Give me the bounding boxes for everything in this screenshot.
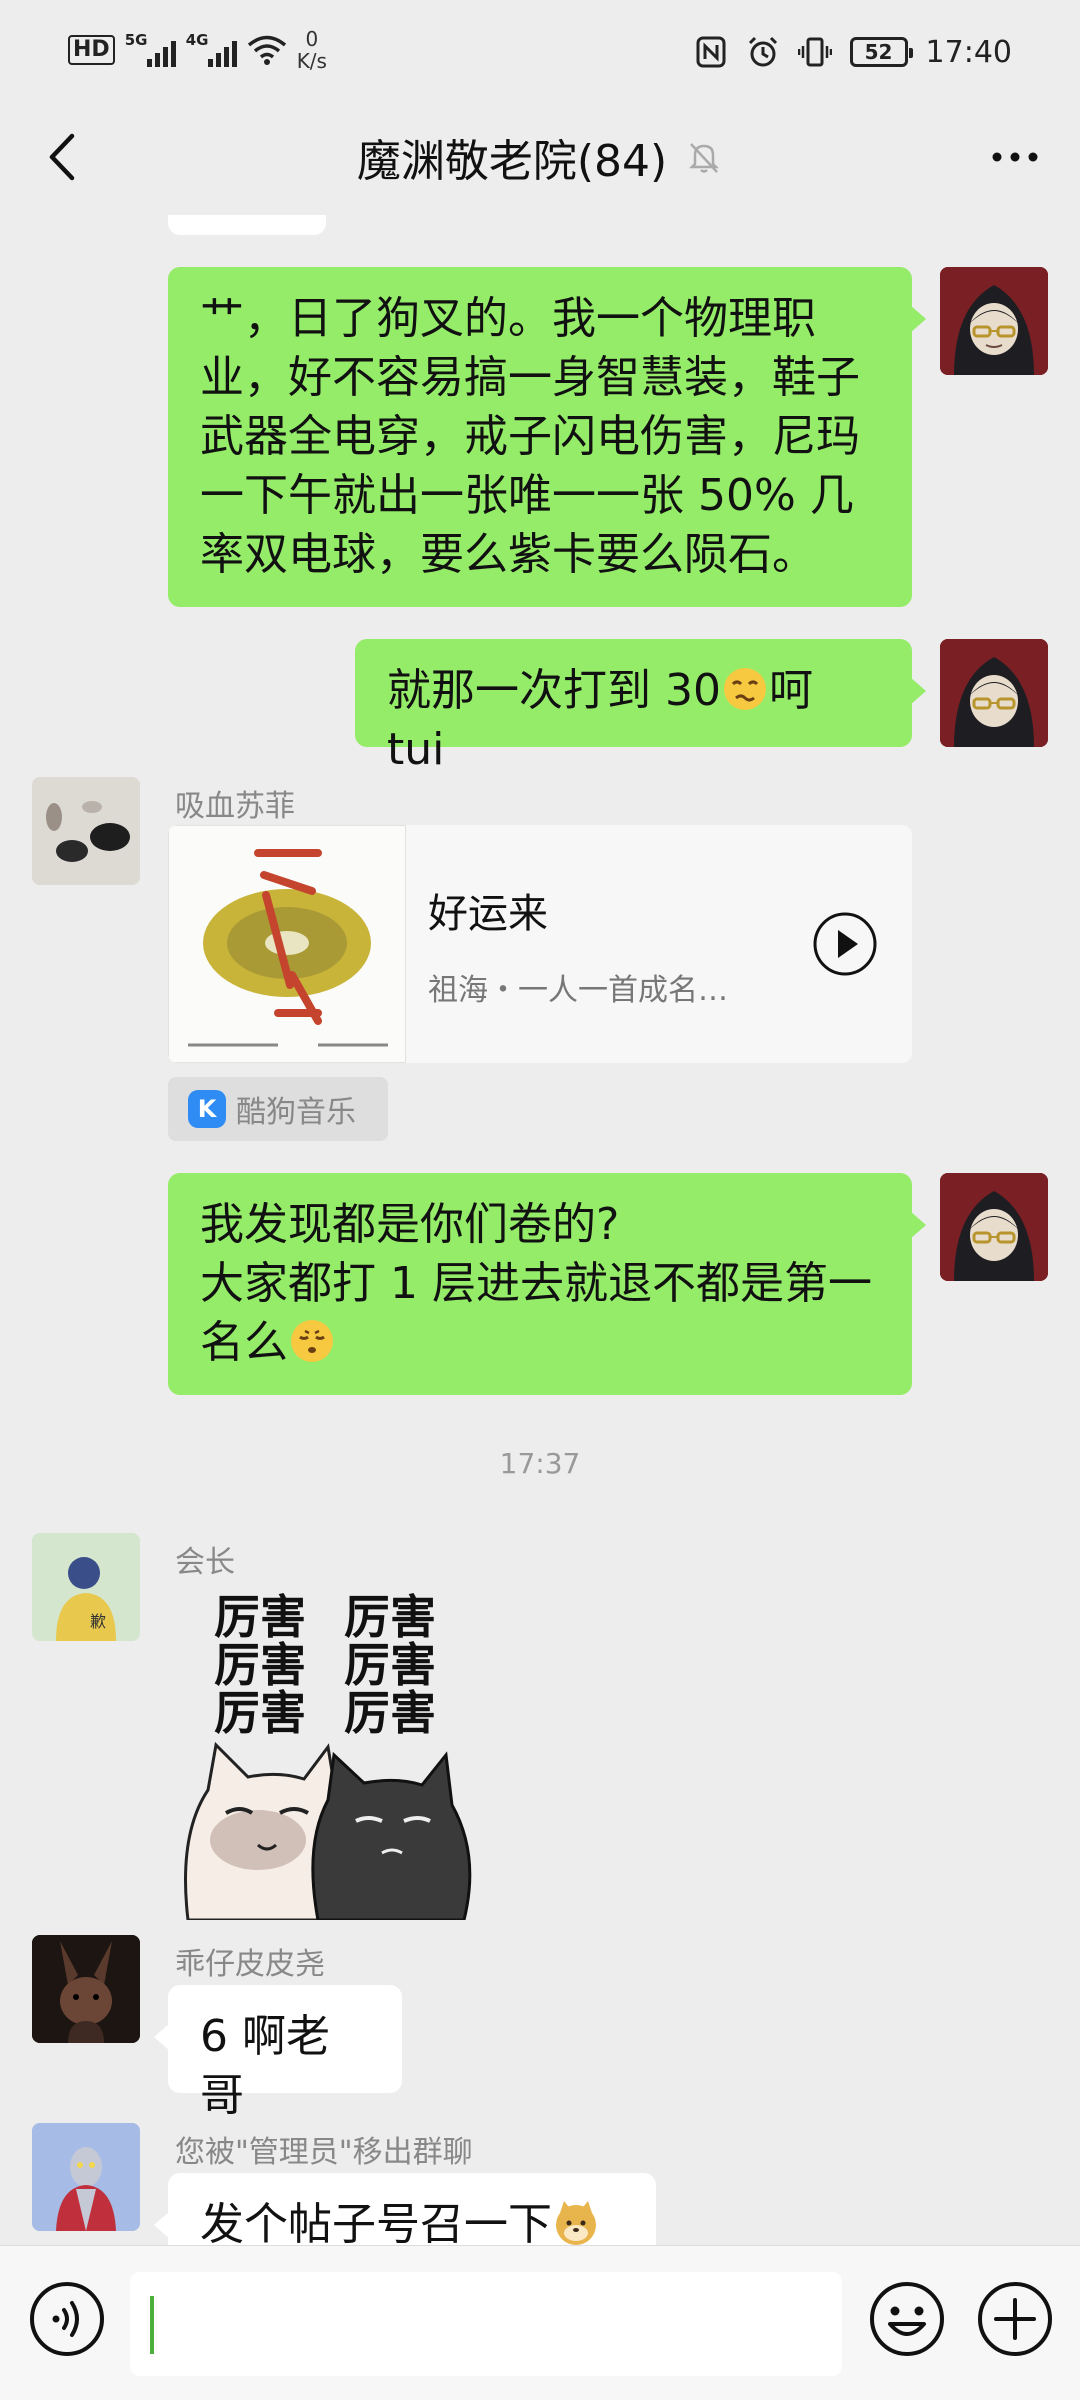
title-wrap: 魔渊敬老院(84) bbox=[0, 122, 1080, 192]
doge-emoji-icon bbox=[556, 2201, 596, 2245]
sender-name: 您被"管理员"移出群聊 bbox=[175, 2135, 473, 2170]
message-text: 就那一次打到 30 bbox=[387, 665, 721, 716]
message-line: 大家都打 1 层进去就退不都是第一 bbox=[200, 1258, 872, 1309]
message-bubble-other[interactable]: 6 啊老哥 bbox=[154, 1985, 402, 2121]
message-bubble-other[interactable]: 发个帖子号召一下 bbox=[154, 2173, 656, 2245]
music-artist: 祖海・一人一首成名… bbox=[428, 973, 728, 1008]
message-line: 一下午就出一张唯一一张 50% 几 bbox=[200, 470, 854, 521]
vibrate-icon bbox=[797, 37, 832, 67]
message-line: 率双电球，要么紫卡要么陨石。 bbox=[200, 529, 816, 580]
svg-text:歉: 歉 bbox=[90, 1612, 106, 1631]
avatar-self[interactable] bbox=[940, 1173, 1048, 1281]
album-cover bbox=[168, 825, 406, 1063]
sticker-text: 厉害 bbox=[214, 1590, 306, 1644]
message-text: 发个帖子号召一下 bbox=[200, 2199, 552, 2245]
sticker-text: 厉害 bbox=[344, 1686, 436, 1740]
alarm-icon bbox=[748, 36, 777, 67]
sender-name: 会长 bbox=[175, 1545, 235, 1580]
message-text: 6 啊老哥 bbox=[200, 2011, 330, 2121]
shush-emoji-icon bbox=[291, 1320, 333, 1362]
net-speed-value: 0 bbox=[305, 27, 319, 51]
signal-4g-label: 4G bbox=[185, 31, 209, 49]
play-icon[interactable] bbox=[812, 911, 878, 977]
status-right: 52 17:40 bbox=[694, 22, 1012, 82]
page-title[interactable]: 魔渊敬老院(84) bbox=[357, 125, 667, 189]
message-line: 我发现都是你们卷的? bbox=[200, 1199, 620, 1250]
music-card[interactable]: 好运来 祖海・一人一首成名… bbox=[168, 825, 912, 1063]
sticker-text: 厉害 bbox=[214, 1638, 306, 1692]
previous-bubble-fragment bbox=[168, 215, 326, 235]
signal-5g-icon: 5G bbox=[124, 31, 176, 67]
music-title: 好运来 bbox=[428, 891, 548, 937]
clock: 17:40 bbox=[925, 34, 1012, 70]
chat-area[interactable]: 艹，日了狗叉的。我一个物理职 业，好不容易搞一身智慧装，鞋子 武器全电穿，戒子闪… bbox=[0, 215, 1080, 2245]
chat-header: 魔渊敬老院(84) bbox=[0, 100, 1080, 215]
sticker-text: 厉害 bbox=[214, 1686, 306, 1740]
message-line: 艹，日了狗叉的。我一个物理职 bbox=[200, 293, 816, 344]
chat-timestamp: 17:37 bbox=[499, 1447, 581, 1480]
avatar-self[interactable] bbox=[940, 267, 1048, 375]
message-input[interactable] bbox=[130, 2272, 842, 2376]
battery-icon: 52 bbox=[849, 37, 913, 67]
avatar-other[interactable]: 歉 bbox=[32, 1533, 140, 1641]
message-bubble-self[interactable]: 艹，日了狗叉的。我一个物理职 业，好不容易搞一身智慧装，鞋子 武器全电穿，戒子闪… bbox=[168, 267, 926, 607]
input-bar bbox=[0, 2245, 1080, 2400]
status-left: HD 5G 4G 0 K/s bbox=[68, 20, 327, 80]
wifi-icon bbox=[247, 35, 286, 65]
avatar-image bbox=[32, 777, 140, 885]
woozy-emoji-icon bbox=[723, 668, 766, 710]
music-source-label: 酷狗音乐 bbox=[236, 1095, 356, 1130]
sticker-text: 厉害 bbox=[344, 1590, 436, 1644]
sender-name: 乖仔皮皮尧 bbox=[175, 1947, 325, 1982]
status-bar: HD 5G 4G 0 K/s 52 17:40 bbox=[0, 0, 1080, 100]
signal-4g-icon: 4G bbox=[185, 31, 237, 67]
sender-name: 吸血苏菲 bbox=[175, 789, 295, 824]
signal-5g-label: 5G bbox=[124, 31, 148, 49]
sticker-text: 厉害 bbox=[344, 1638, 436, 1692]
avatar-image bbox=[32, 2123, 140, 2231]
avatar-other[interactable] bbox=[32, 777, 140, 885]
avatar-image: 歉 bbox=[32, 1533, 140, 1641]
message-bubble-self[interactable]: 就那一次打到 30 呵 tui bbox=[355, 639, 926, 775]
text-caret bbox=[150, 2296, 154, 2354]
avatar-image bbox=[940, 1173, 1048, 1281]
message-bubble-self[interactable]: 我发现都是你们卷的? 大家都打 1 层进去就退不都是第一 名么 bbox=[168, 1173, 926, 1395]
emoji-icon[interactable] bbox=[868, 2280, 946, 2358]
message-line: 名么 bbox=[200, 1317, 288, 1368]
hd-indicator: HD bbox=[68, 35, 115, 65]
kugou-icon: K bbox=[188, 1090, 226, 1128]
more-icon[interactable] bbox=[980, 122, 1050, 192]
avatar-image bbox=[32, 1935, 140, 2043]
avatar-self[interactable] bbox=[940, 639, 1048, 747]
sticker-lihai[interactable]: 厉害 厉害 厉害 厉害 厉害 厉害 bbox=[168, 1585, 498, 1920]
avatar-image bbox=[940, 639, 1048, 747]
avatar-image bbox=[940, 267, 1048, 375]
nfc-icon bbox=[696, 36, 726, 68]
voice-icon[interactable] bbox=[28, 2280, 106, 2358]
message-line: 武器全电穿，戒子闪电伤害，尼玛 bbox=[200, 411, 860, 462]
mute-icon bbox=[689, 143, 720, 173]
avatar-other[interactable] bbox=[32, 2123, 140, 2231]
net-speed-unit: K/s bbox=[296, 49, 327, 73]
plus-icon[interactable] bbox=[976, 2280, 1054, 2358]
net-speed: 0 K/s bbox=[297, 28, 327, 72]
message-line: 业，好不容易搞一身智慧装，鞋子 bbox=[200, 352, 860, 403]
music-source-tag[interactable]: K 酷狗音乐 bbox=[168, 1077, 388, 1141]
avatar-other[interactable] bbox=[32, 1935, 140, 2043]
